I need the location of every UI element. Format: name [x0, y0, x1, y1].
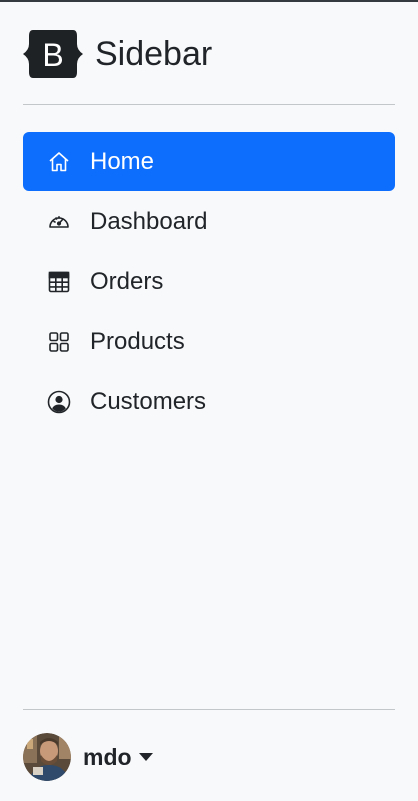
sidebar: B Sidebar Home Dashboard Orders Products…: [0, 0, 418, 801]
nav-item-label: Dashboard: [90, 207, 208, 235]
caret-down-icon: [138, 753, 153, 761]
brand-title: Sidebar: [95, 35, 213, 73]
nav-item-orders[interactable]: Orders: [23, 252, 395, 311]
table-icon: [46, 269, 72, 295]
nav-item-products[interactable]: Products: [23, 312, 395, 371]
nav-item-customers[interactable]: Customers: [23, 372, 395, 431]
grid-icon: [46, 329, 72, 355]
nav-item-label: Home: [90, 147, 155, 175]
avatar: [23, 733, 71, 781]
home-icon: [46, 149, 72, 175]
divider-top: [23, 104, 395, 105]
nav-list: Home Dashboard Orders Products Customers: [23, 132, 395, 432]
bootstrap-logo-icon: B: [23, 30, 83, 78]
nav-item-home[interactable]: Home: [23, 132, 395, 191]
nav-item-label: Products: [90, 327, 185, 355]
nav-item-label: Customers: [90, 387, 207, 415]
brand-link[interactable]: B Sidebar: [23, 30, 212, 78]
nav-item-dashboard[interactable]: Dashboard: [23, 192, 395, 251]
person-circle-icon: [46, 389, 72, 415]
nav-item-label: Orders: [90, 267, 164, 295]
speedometer-icon: [46, 209, 72, 235]
username: mdo: [83, 743, 132, 770]
user-dropdown[interactable]: mdo: [23, 733, 153, 781]
divider-bottom: [23, 709, 395, 710]
svg-text:B: B: [42, 37, 63, 73]
